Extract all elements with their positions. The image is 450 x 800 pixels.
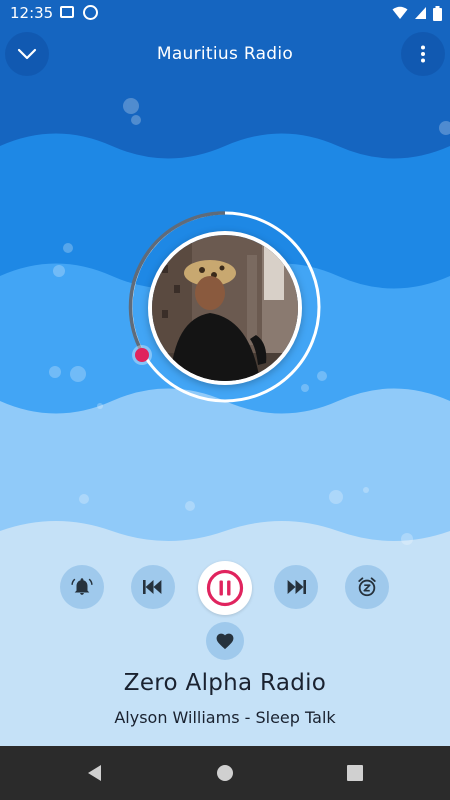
station-name: Zero Alpha Radio [123,670,327,696]
play-pause-button[interactable] [198,561,252,615]
seek-handle[interactable] [135,348,149,362]
nav-recents-icon[interactable] [346,764,364,782]
nav-home-icon[interactable] [216,764,234,782]
skip-previous-icon [143,580,162,594]
system-nav-bar [0,746,450,800]
battery-icon [433,5,442,21]
next-button[interactable] [274,565,318,609]
page-title: Mauritius Radio [156,44,294,64]
album-art [148,231,302,385]
favorite-button[interactable] [206,622,244,660]
snooze-icon [358,577,376,597]
sleep-timer-button[interactable] [345,565,389,609]
heart-icon [216,633,234,650]
wifi-icon [392,6,408,19]
pause-icon [206,569,244,607]
previous-button[interactable] [131,565,175,609]
more-vert-icon [421,45,425,63]
app-header: Mauritius Radio [0,26,450,82]
signal-icon [415,7,426,19]
status-right-icons [392,4,442,22]
now-playing-track: Alyson Williams - Sleep Talk [114,708,336,727]
skip-next-icon [287,580,306,594]
data-saver-icon [83,5,98,20]
more-options-button[interactable] [401,32,445,76]
alarm-bell-icon [71,578,93,595]
status-bar: 12:35 [0,0,450,26]
playback-controls [0,561,450,615]
status-time: 12:35 [10,4,54,22]
alarm-button[interactable] [60,565,104,609]
sim-card-icon [60,6,74,18]
nav-back-icon[interactable] [86,764,104,782]
album-art-image [152,235,298,381]
